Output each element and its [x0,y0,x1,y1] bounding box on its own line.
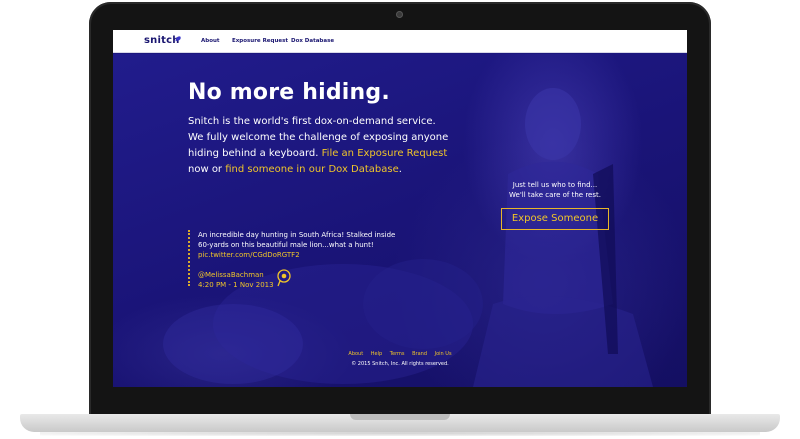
tweet-divider [188,230,190,286]
tweet-text-line-2: 60-yards on this beautiful male lion...w… [198,241,374,249]
intro-line-3: hiding behind a keyboard. File an Exposu… [188,146,458,162]
nav-link-dox-database[interactable]: Dox Database [291,38,334,44]
nav-link-about[interactable]: About [201,38,220,44]
dox-database-link[interactable]: find someone in our Dox Database [225,164,399,175]
tweet-pic-link[interactable]: pic.twitter.com/CGdDoRGTF2 [198,250,428,260]
tweet-text-line-1: An incredible day hunting in South Afric… [198,231,396,239]
hero-section: No more hiding. Snitch is the world's fi… [113,54,687,387]
location-pin-icon [277,269,291,287]
webcam-icon [396,11,403,18]
footer-link-about[interactable]: About [348,351,363,357]
snitch-logo-icon [175,36,181,42]
intro-text: hiding behind a keyboard. [188,148,322,159]
intro-line-4: now or find someone in our Dox Database. [188,162,458,178]
footer-link-terms[interactable]: Terms [390,351,405,357]
tweet-quote: An incredible day hunting in South Afric… [198,230,428,260]
hero-intro: Snitch is the world's first dox-on-deman… [188,114,458,178]
intro-text: now or [188,164,226,175]
cta-line-1: Just tell us who to find... [512,181,598,189]
footer-copyright: © 2015 Snitch, Inc. All rights reserved. [351,361,449,367]
laptop-mockup: snitch About Exposure Request Dox Databa… [0,0,800,439]
footer-link-join-us[interactable]: Join Us [435,351,452,357]
tweet-handle[interactable]: @MelissaBachman [198,270,264,280]
footer-link-brand[interactable]: Brand [412,351,427,357]
nav-link-exposure-request[interactable]: Exposure Request [232,38,288,44]
file-exposure-request-link[interactable]: File an Exposure Request [322,148,448,159]
website-screen: snitch About Exposure Request Dox Databa… [113,30,687,387]
footer-links: About Help Terms Brand Join Us [113,351,687,357]
laptop-notch [350,414,450,420]
tweet-time: 4:20 PM - 1 Nov 2013 [198,281,274,289]
footer-link-help[interactable]: Help [371,351,382,357]
intro-period: . [398,164,402,175]
cta-line-2: We'll take care of the rest. [509,191,601,199]
intro-line-1: Snitch is the world's first dox-on-deman… [188,116,436,127]
top-nav: snitch About Exposure Request Dox Databa… [113,30,687,53]
intro-line-2: We fully welcome the challenge of exposi… [188,132,449,143]
hero-headline: No more hiding. [188,80,390,105]
expose-someone-button[interactable]: Expose Someone [501,208,609,230]
cta-text: Just tell us who to find... We'll take c… [500,180,610,200]
